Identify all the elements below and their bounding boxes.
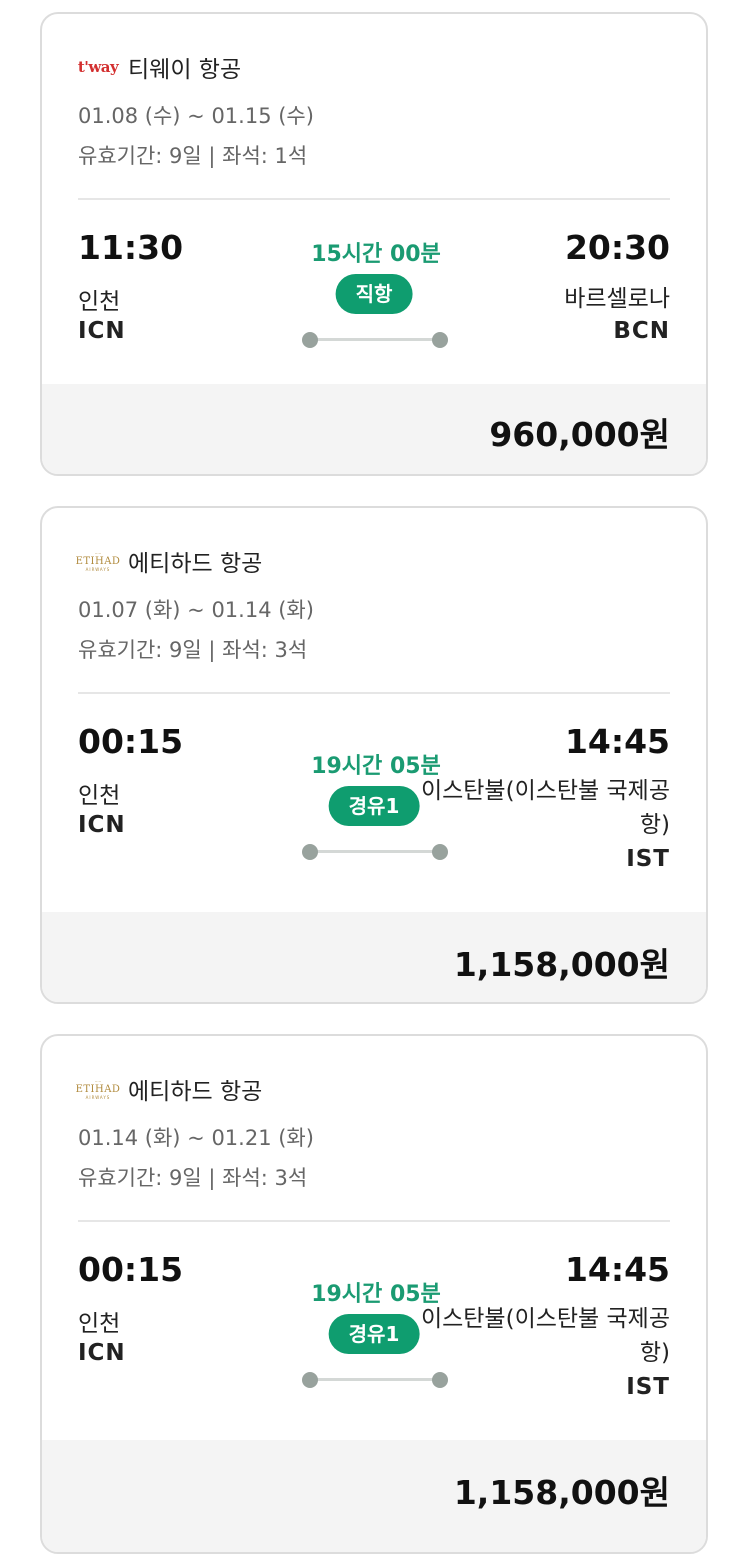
arrival-city: 이스탄불(이스탄불 국제공항) — [420, 778, 670, 838]
price: 960,000원 — [489, 415, 670, 454]
departure-code: ICN — [78, 812, 126, 838]
validity-seats: 유효기간: 9일 | 좌석: 3석 — [78, 1166, 308, 1190]
arrival-time: 14:45 — [564, 1250, 670, 1289]
destination-dot-icon — [432, 1372, 448, 1388]
flight-card-3[interactable]: ····· ETIHAD AIRWAYS 에티하드 항공 01.14 (화) ~… — [40, 1034, 708, 1554]
logo-subtext: AIRWAYS — [85, 1094, 111, 1100]
etihad-logo-icon: ····· ETIHAD AIRWAYS — [75, 550, 121, 572]
flight-card-2[interactable]: ····· ETIHAD AIRWAYS 에티하드 항공 01.07 (화) ~… — [40, 506, 708, 1004]
airline-name: 티웨이 항공 — [128, 57, 242, 83]
origin-dot-icon — [302, 332, 318, 348]
route-line-bar — [310, 850, 440, 853]
travel-dates: 01.07 (화) ~ 01.14 (화) — [78, 598, 314, 622]
departure-city: 인천 — [78, 783, 121, 809]
arrival-code: IST — [626, 1374, 670, 1400]
airline-row: ····· ETIHAD AIRWAYS 에티하드 항공 — [75, 1074, 263, 1106]
route-line — [302, 1372, 448, 1388]
price-area: 960,000원 — [42, 384, 706, 474]
arrival-time: 20:30 — [564, 228, 670, 267]
arrival-city: 이스탄불(이스탄불 국제공항) — [420, 1306, 670, 1366]
validity-seats: 유효기간: 9일 | 좌석: 3석 — [78, 638, 308, 662]
logo-text: t'way — [77, 58, 119, 76]
departure-code: ICN — [78, 1340, 126, 1366]
arrival-code: IST — [626, 846, 670, 872]
destination-dot-icon — [432, 844, 448, 860]
divider — [78, 1220, 670, 1222]
airline-row: t'way 티웨이 항공 — [77, 52, 242, 83]
arrival-code: BCN — [613, 318, 670, 344]
arrival-time: 14:45 — [564, 722, 670, 761]
divider — [78, 692, 670, 694]
logo-text: ETIHAD — [75, 555, 121, 567]
price: 1,158,000원 — [453, 1473, 670, 1512]
departure-city: 인천 — [78, 1311, 121, 1337]
logo-text: ETIHAD — [75, 1083, 121, 1095]
etihad-logo-icon: ····· ETIHAD AIRWAYS — [75, 1078, 121, 1100]
destination-dot-icon — [432, 332, 448, 348]
tway-logo-icon: t'way — [77, 54, 119, 80]
origin-dot-icon — [302, 1372, 318, 1388]
price-area: 1,158,000원 — [42, 912, 706, 1002]
price: 1,158,000원 — [453, 945, 670, 984]
divider — [78, 198, 670, 200]
validity-seats: 유효기간: 9일 | 좌석: 1석 — [78, 144, 308, 168]
route-line — [302, 332, 448, 348]
stops-badge: 경유1 — [328, 1314, 420, 1354]
route-line-bar — [310, 1378, 440, 1381]
flight-card-1[interactable]: t'way 티웨이 항공 01.08 (수) ~ 01.15 (수) 유효기간:… — [40, 12, 708, 476]
airline-name: 에티하드 항공 — [128, 551, 263, 577]
arrival-city: 바르셀로나 — [564, 286, 670, 312]
route-line — [302, 844, 448, 860]
logo-subtext: AIRWAYS — [85, 566, 111, 572]
travel-dates: 01.14 (화) ~ 01.21 (화) — [78, 1126, 314, 1150]
stops-badge: 직항 — [335, 274, 413, 314]
airline-name: 에티하드 항공 — [128, 1079, 263, 1105]
origin-dot-icon — [302, 844, 318, 860]
route-line-bar — [310, 338, 440, 341]
stops-badge: 경유1 — [328, 786, 420, 826]
travel-dates: 01.08 (수) ~ 01.15 (수) — [78, 104, 314, 128]
airline-row: ····· ETIHAD AIRWAYS 에티하드 항공 — [75, 546, 263, 578]
departure-city: 인천 — [78, 289, 121, 315]
price-area: 1,158,000원 — [42, 1440, 706, 1552]
departure-code: ICN — [78, 318, 126, 344]
